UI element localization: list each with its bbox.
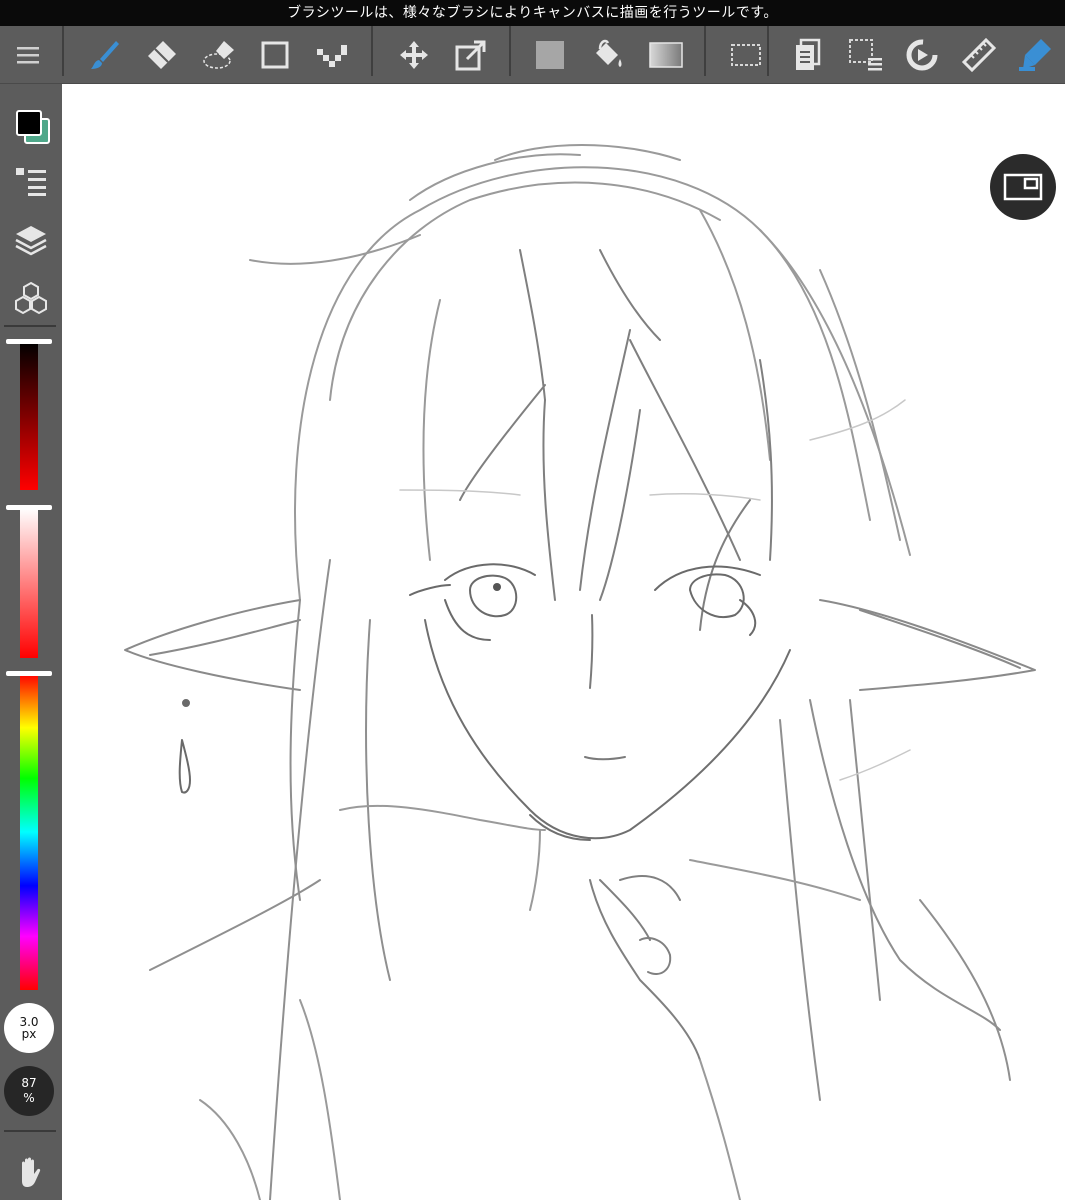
brush-tool-button[interactable] <box>80 32 128 78</box>
brush-size-button[interactable]: 3.0 px <box>4 1003 54 1053</box>
brightness-slider-handle[interactable] <box>6 339 52 344</box>
shape-tool-button[interactable] <box>251 32 299 78</box>
transform-tool-button[interactable] <box>447 32 495 78</box>
brush-list-icon <box>16 168 46 196</box>
brush-icon <box>91 41 119 69</box>
tool-hint-bar: ブラシツールは、様々なブラシによりキャンバスに描画を行うツールです。 <box>0 0 1065 26</box>
move-icon <box>400 41 428 69</box>
saturation-slider[interactable] <box>20 508 38 658</box>
move-tool-button[interactable] <box>390 32 438 78</box>
fill-rect-tool-button[interactable] <box>526 32 574 78</box>
shape-icon <box>261 41 289 69</box>
dot-tool-button[interactable] <box>309 32 357 78</box>
filter-pen-button[interactable] <box>1012 32 1060 78</box>
sidebar-divider <box>4 325 56 327</box>
snap-icon <box>906 39 938 71</box>
hue-slider[interactable] <box>20 674 38 990</box>
layers-icon <box>15 226 47 256</box>
fullscreen-icon <box>1003 173 1043 201</box>
hue-slider-handle[interactable] <box>6 671 52 676</box>
brush-size-unit: px <box>21 1027 37 1041</box>
opacity-button[interactable]: 87 % <box>4 1066 54 1116</box>
layer-copy-icon <box>796 38 821 70</box>
snap-button[interactable] <box>898 32 946 78</box>
selection-icon <box>731 44 761 66</box>
gradient-icon <box>649 42 683 68</box>
top-toolbar <box>0 26 1065 84</box>
toolbar-divider <box>509 26 511 76</box>
saturation-slider-handle[interactable] <box>6 505 52 510</box>
hand-tool-button[interactable] <box>6 1150 56 1194</box>
hand-icon <box>22 1157 41 1187</box>
materials-button[interactable] <box>6 276 56 320</box>
materials-cubes-icon <box>15 281 47 315</box>
toolbar-divider <box>371 26 373 76</box>
bucket-icon <box>596 39 622 67</box>
bucket-tool-button[interactable] <box>584 32 632 78</box>
brush-list-button[interactable] <box>6 160 56 204</box>
opacity-value: 87 <box>21 1076 37 1090</box>
fullscreen-toggle-button[interactable] <box>990 154 1056 220</box>
filter-pen-icon <box>1019 39 1051 71</box>
brightness-slider[interactable] <box>20 342 38 490</box>
blur-eraser-tool-button[interactable] <box>195 32 243 78</box>
layers-button[interactable] <box>6 218 56 262</box>
sidebar-divider <box>4 1130 56 1132</box>
left-sidebar: 3.0 px 87 % <box>0 84 62 1200</box>
dot-icon <box>317 45 347 67</box>
sketch-artwork <box>124 144 1036 1200</box>
selection-menu-button[interactable] <box>842 32 890 78</box>
select-menu-icon <box>849 39 882 71</box>
eraser-icon <box>148 41 176 69</box>
blur-eraser-icon <box>203 41 234 69</box>
fill-rect-icon <box>536 41 564 69</box>
ruler-icon <box>961 37 997 73</box>
ruler-button[interactable] <box>955 32 1003 78</box>
main-menu-button[interactable] <box>4 32 52 78</box>
toolbar-divider <box>62 26 64 76</box>
color-swatch-button[interactable] <box>6 104 56 148</box>
opacity-unit: % <box>23 1091 35 1105</box>
gradient-tool-button[interactable] <box>642 32 690 78</box>
drawing-canvas[interactable] <box>62 84 1065 1200</box>
layer-copy-button[interactable] <box>784 32 832 78</box>
toolbar-divider <box>767 26 769 76</box>
tool-hint-text: ブラシツールは、様々なブラシによりキャンバスに描画を行うツールです。 <box>287 5 778 21</box>
eraser-tool-button[interactable] <box>137 32 185 78</box>
transform-icon <box>455 40 486 71</box>
primary-color-swatch <box>16 110 42 136</box>
menu-icon <box>17 47 39 64</box>
selection-tool-button[interactable] <box>722 32 770 78</box>
toolbar-divider <box>704 26 706 76</box>
